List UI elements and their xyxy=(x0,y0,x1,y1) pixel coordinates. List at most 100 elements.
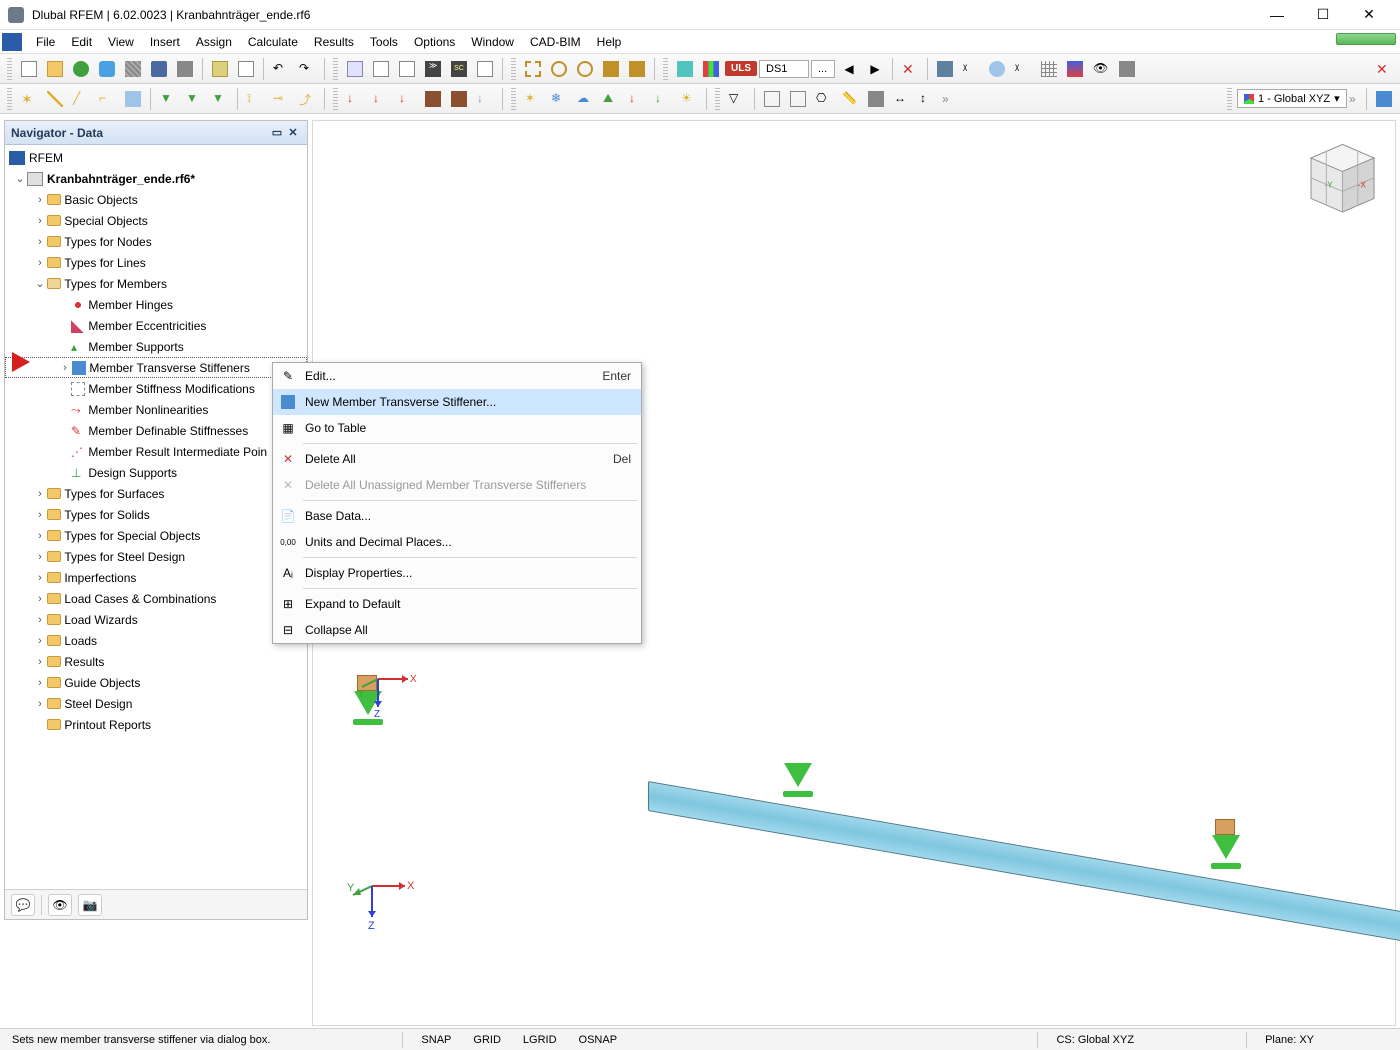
tree-member-transverse-stiffeners[interactable]: Member Transverse Stiffeners xyxy=(89,361,250,375)
chevron-right-icon[interactable]: › xyxy=(33,677,47,689)
toolbar-grip[interactable] xyxy=(511,88,516,110)
navigator-close-button[interactable]: ✕ xyxy=(285,125,301,141)
support-nodal-button[interactable]: ▼ xyxy=(156,87,180,111)
menu-help[interactable]: Help xyxy=(589,32,630,52)
tree-member-result-points[interactable]: Member Result Intermediate Poin xyxy=(88,445,267,459)
close-button[interactable]: ✕ xyxy=(1346,0,1392,30)
tree-special-objects[interactable]: Special Objects xyxy=(64,214,147,228)
print-button[interactable] xyxy=(173,57,197,81)
chevron-right-icon[interactable]: › xyxy=(33,635,47,647)
mesh-button[interactable] xyxy=(1037,57,1061,81)
redo-button[interactable]: ↷ xyxy=(295,57,319,81)
toolbar-grip[interactable] xyxy=(663,58,668,80)
view-x-button[interactable]: ↔ xyxy=(890,87,914,111)
tree-member-nonlinearities[interactable]: Member Nonlinearities xyxy=(88,403,208,417)
status-osnap[interactable]: OSNAP xyxy=(575,1034,622,1046)
load-nodal-button[interactable]: ↓ xyxy=(343,87,367,111)
tree-types-special[interactable]: Types for Special Objects xyxy=(64,529,200,543)
visibility-save-button[interactable] xyxy=(786,87,810,111)
eccentricity-button[interactable]: ⤴ xyxy=(295,87,319,111)
surface-button[interactable] xyxy=(121,87,145,111)
filter-button[interactable]: ▽ xyxy=(725,87,749,111)
menu-cad-bim[interactable]: CAD-BIM xyxy=(522,32,589,52)
loadcase-prev-arrow[interactable]: ◀ xyxy=(837,57,861,81)
node-button[interactable]: ✶ xyxy=(17,87,41,111)
select-button[interactable] xyxy=(521,57,545,81)
cm-go-to-table[interactable]: ▦ Go to Table xyxy=(273,415,641,441)
toolbar-grip[interactable] xyxy=(511,58,516,80)
eye-button[interactable]: 👁 xyxy=(1089,57,1113,81)
chevron-right-icon[interactable]: › xyxy=(33,257,47,269)
load-area-button[interactable] xyxy=(421,87,445,111)
list-button[interactable] xyxy=(395,57,419,81)
tree-load-wizards[interactable]: Load Wizards xyxy=(64,613,137,627)
navigator-tree[interactable]: RFEM ⌄Kranbahnträger_ende.rf6* › Basic O… xyxy=(5,145,307,887)
paste-button[interactable] xyxy=(234,57,258,81)
maximize-button[interactable]: ☐ xyxy=(1300,0,1346,30)
snow-load-button[interactable]: ❄ xyxy=(547,87,571,111)
tree-guide-objects[interactable]: Guide Objects xyxy=(64,676,140,690)
coord-system-combo[interactable]: 1 - Global XYZ▾ xyxy=(1237,89,1347,108)
load-solid-button[interactable] xyxy=(447,87,471,111)
help-button[interactable]: ✕ xyxy=(1372,57,1396,81)
navigator-undock-button[interactable]: ▭ xyxy=(269,125,285,141)
navigation-cube[interactable]: -Y -X xyxy=(1293,131,1383,221)
cm-units[interactable]: 0,00 Units and Decimal Places... xyxy=(273,529,641,555)
load-line-button[interactable]: ↓ xyxy=(369,87,393,111)
toolbar-grip[interactable] xyxy=(333,88,338,110)
undo-button[interactable]: ↶ xyxy=(269,57,293,81)
toolbar-grip[interactable] xyxy=(715,88,720,110)
tree-steel-design[interactable]: Steel Design xyxy=(64,697,132,711)
chevron-right-icon[interactable]: › xyxy=(33,572,47,584)
tree-design-supports[interactable]: Design Supports xyxy=(88,466,177,480)
member-button[interactable]: ╱ xyxy=(69,87,93,111)
wind-load-button[interactable]: ☁ xyxy=(573,87,597,111)
menu-insert[interactable]: Insert xyxy=(142,32,188,52)
copy-button[interactable] xyxy=(208,57,232,81)
cm-new-member-transverse-stiffener[interactable]: New Member Transverse Stiffener... xyxy=(273,389,641,415)
script-button[interactable]: ≫ xyxy=(421,57,445,81)
minimize-button[interactable]: — xyxy=(1254,0,1300,30)
menu-options[interactable]: Options xyxy=(406,32,463,52)
tree-types-lines[interactable]: Types for Lines xyxy=(64,256,145,270)
loadcase-next-arrow[interactable]: ▶ xyxy=(863,57,887,81)
generate-load-button[interactable]: ✶ xyxy=(521,87,545,111)
toolbar-grip[interactable] xyxy=(333,58,338,80)
tree-load-cases[interactable]: Load Cases & Combinations xyxy=(64,592,216,606)
workspace-button[interactable] xyxy=(1372,87,1396,111)
table-button[interactable] xyxy=(343,57,367,81)
deformation-button[interactable]: ᵡ xyxy=(959,57,983,81)
results-toggle-button[interactable] xyxy=(933,57,957,81)
imposed-load-button[interactable]: ↓ xyxy=(651,87,675,111)
user-button[interactable] xyxy=(69,57,93,81)
geo-load-button[interactable]: ⛰ xyxy=(599,87,623,111)
pan-button[interactable] xyxy=(599,57,623,81)
tree-types-steel[interactable]: Types for Steel Design xyxy=(64,550,185,564)
nav-visibility-button[interactable]: 👁 xyxy=(48,894,72,916)
clip-plane-button[interactable]: ⎔ xyxy=(812,87,836,111)
cm-display-properties[interactable]: Aᵢ Display Properties... xyxy=(273,560,641,586)
chevron-right-icon[interactable]: › xyxy=(33,656,47,668)
support-line-button[interactable]: ▼ xyxy=(182,87,206,111)
temp-load-button[interactable]: ☀ xyxy=(677,87,701,111)
tree-imperfections[interactable]: Imperfections xyxy=(64,571,136,585)
cloud-button[interactable] xyxy=(95,57,119,81)
results-more-button[interactable]: ᵡ xyxy=(1011,57,1035,81)
toolbar-grip[interactable] xyxy=(7,58,12,80)
chevron-right-icon[interactable]: › xyxy=(33,593,47,605)
save-button[interactable] xyxy=(147,57,171,81)
rotate-button[interactable] xyxy=(625,57,649,81)
tree-member-definable-stiffness[interactable]: Member Definable Stiffnesses xyxy=(88,424,248,438)
status-snap[interactable]: SNAP xyxy=(417,1034,455,1046)
tree-member-stiffness-mod[interactable]: Member Stiffness Modifications xyxy=(88,382,255,396)
release-button[interactable]: ⊸ xyxy=(269,87,293,111)
chevron-down-icon[interactable]: ⌄ xyxy=(33,277,47,290)
view-y-button[interactable]: ↕ xyxy=(916,87,940,111)
report-button[interactable] xyxy=(473,57,497,81)
status-grid[interactable]: GRID xyxy=(469,1034,505,1046)
chevron-down-icon[interactable]: ⌄ xyxy=(13,172,27,185)
chevron-right-icon[interactable]: › xyxy=(33,530,47,542)
load-member-button[interactable]: ↓ xyxy=(395,87,419,111)
menu-edit[interactable]: Edit xyxy=(63,32,100,52)
chevron-right-icon[interactable]: › xyxy=(33,551,47,563)
